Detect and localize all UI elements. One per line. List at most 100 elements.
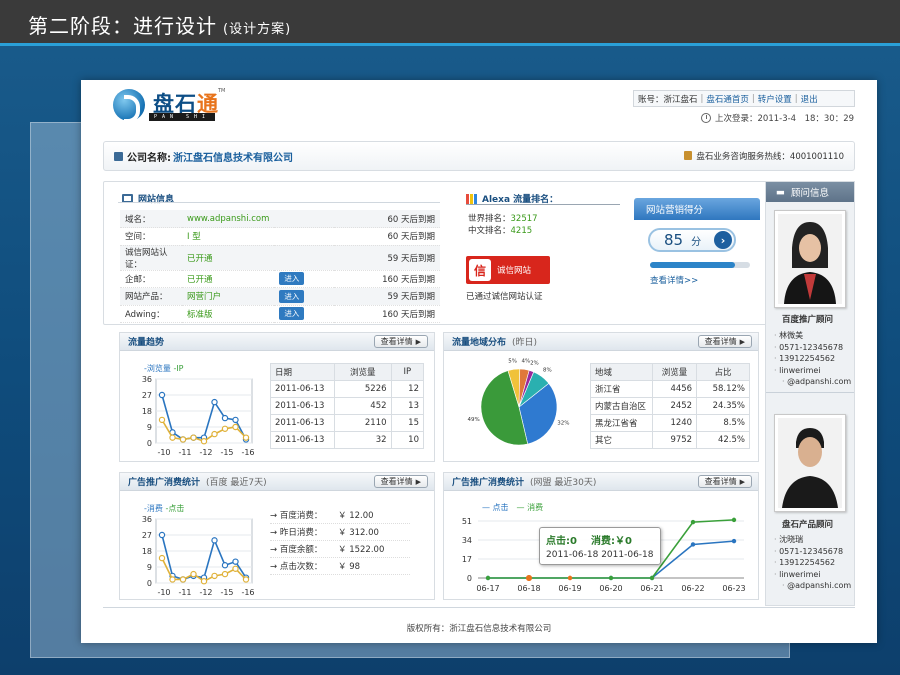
site-info-expire: 160 天后到期 <box>334 270 440 288</box>
ad-stat-row: → 百度消费： ￥ 12.00 <box>270 507 410 524</box>
enter-button[interactable]: 进入 <box>279 307 305 321</box>
site-info-row: Adwing： 标准版 进入 160 天后到期 <box>120 305 440 323</box>
x-tick-label: 06-20 <box>599 584 622 593</box>
pie-label: 8% <box>543 368 552 374</box>
last-login-text: 上次登录：2011-3-4 18：30：29 <box>715 114 855 124</box>
x-tick-label: -15 <box>220 448 233 457</box>
site-info-row: 网站产品： 网营门户 进入 59 天后到期 <box>120 287 440 306</box>
alexa-ranks: 世界排名：32517 中文排名：4215 <box>468 213 538 237</box>
data-point <box>200 438 208 445</box>
consultant-info-2: 沈晓瑞 0571-12345678 13912254562 linwerimei… <box>774 534 851 592</box>
data-point <box>179 576 187 583</box>
y-tick-label: 9 <box>147 563 152 572</box>
traffic-trend-header: 流量趋势 查看详情 ▶ <box>120 333 434 351</box>
arrow-right-icon: ▶ <box>739 337 745 346</box>
consultant-panel: ▬ 顾问信息 百度推广顾问 林微美 0571-12345678 139122545… <box>765 181 855 606</box>
trust-badge[interactable]: 信 诚信网站 <box>466 256 550 284</box>
arrow-right-icon: ▶ <box>415 337 421 346</box>
site-info-key: 企邮： <box>120 270 182 288</box>
consultant-header: ▬ 顾问信息 <box>766 182 854 202</box>
ad-stat-value: ￥ 1522.00 <box>338 545 385 555</box>
traffic-geo-more-button[interactable]: 查看详情 ▶ <box>697 335 752 348</box>
trust-badge-icon: 信 <box>469 259 491 281</box>
data-point <box>232 565 239 572</box>
slide-header: 第二阶段：进行设计 (设计方案) <box>0 0 900 46</box>
last-login: 上次登录：2011-3-4 18：30：29 <box>701 112 854 124</box>
table-cell: 2110 <box>334 414 392 432</box>
site-info-action: 进入 <box>274 287 335 306</box>
nav-logout-link[interactable]: 退出 <box>801 93 818 105</box>
site-info-action: 进入 <box>274 305 335 323</box>
consultant-info-1: 林微美 0571-12345678 13912254562 linwerimei… <box>774 330 851 388</box>
company-name: 浙江盘石信息技术有限公司 <box>173 152 293 164</box>
chart-tooltip: 点击:0 消费:￥0 2011-06-18 2011-06-18 <box>539 527 661 565</box>
table-header-row: 日期 浏览量 IP <box>270 363 425 381</box>
footer-copyright: 版权所有：浙江盘石信息技术有限公司 <box>406 624 552 634</box>
nav-transfer-link[interactable]: 转户设置 <box>758 93 792 105</box>
alexa-cn-label: 中文排名： <box>468 226 511 236</box>
consultant-2-phone: 0571-12345678 <box>774 546 851 558</box>
enter-button[interactable]: 进入 <box>279 289 305 303</box>
slide-title-text: 第二阶段：进行设计 <box>28 14 217 38</box>
data-point <box>690 542 696 547</box>
bar-chart-icon <box>466 193 477 204</box>
x-tick-label: -12 <box>199 588 212 597</box>
score-progress-fill <box>650 262 735 268</box>
y-tick-label: 0 <box>147 579 152 588</box>
enter-button[interactable]: 进入 <box>279 272 305 286</box>
table-row: 2011-06-13 452 13 <box>270 397 425 415</box>
ad-wangmeng-more-button[interactable]: 查看详情 ▶ <box>697 475 752 488</box>
data-point <box>526 575 532 581</box>
traffic-trend-chart: 0 9 18 27 36 -10 -11 -12 -15 -16 <box>142 375 255 457</box>
x-tick-label: -10 <box>157 588 170 597</box>
table-row: 2011-06-13 2110 15 <box>270 414 425 432</box>
y-tick-label: 27 <box>142 391 152 400</box>
alexa-world-value: 32517 <box>510 214 538 224</box>
nav-home-link[interactable]: 盘石通首页 <box>706 93 749 105</box>
table-cell: 42.5% <box>696 431 750 449</box>
data-point <box>211 572 218 580</box>
table-cell: 4456 <box>651 380 698 398</box>
ad-baidu-stats: → 百度消费： ￥ 12.00 → 昨日消费： ￥ 312.00 → 百度余额： ￥ 15… <box>270 507 410 575</box>
hotline: 盘石业务咨询服务热线：4001001110 <box>684 150 844 162</box>
table-cell: 2011-06-13 <box>270 380 335 398</box>
x-tick-label: -11 <box>178 448 191 457</box>
consultant-1-email: linwerimei <box>774 365 851 377</box>
arrow-right-icon: ▶ <box>739 477 745 486</box>
site-info-title: 网站信息 <box>122 192 174 205</box>
traffic-trend-more-label: 查看详情 <box>380 337 413 346</box>
y-tick-label: 0 <box>467 574 472 583</box>
account-label: 账号：浙江盘石 <box>638 94 698 105</box>
data-point <box>242 576 250 583</box>
y-tick-label: 36 <box>142 515 152 524</box>
ad-baidu-title: 广告推广消费统计 <box>128 478 201 488</box>
score-arrow-icon[interactable]: › <box>714 231 732 249</box>
table-row: 内蒙古自治区 2452 24.35% <box>590 397 750 415</box>
data-point <box>731 517 737 523</box>
consultant-avatar-1 <box>778 214 842 304</box>
alexa-cn-value: 4215 <box>510 226 533 236</box>
data-point <box>690 519 696 525</box>
ad-baidu-more-button[interactable]: 查看详情 ▶ <box>373 475 428 488</box>
ad-stat-value: ￥ 312.00 <box>338 528 379 538</box>
tooltip-date-a: 2011-06-18 <box>546 550 599 560</box>
trust-verified-text: 已通过诚信网站认证 <box>466 292 543 302</box>
overview-panel: 网站信息 域名： www.adpanshi.com 60 天后到期 空间： I 型… <box>103 181 767 325</box>
logo-trademark: TM <box>218 88 226 94</box>
data-point <box>221 414 229 422</box>
data-point <box>179 436 187 443</box>
traffic-trend-more-button[interactable]: 查看详情 ▶ <box>373 335 428 348</box>
traffic-geo-header: 流量地域分布 (昨日) 查看详情 ▶ <box>444 333 758 351</box>
data-point <box>169 434 176 441</box>
consultant-title: 顾问信息 <box>790 188 829 199</box>
site-info-action <box>274 227 335 246</box>
site-info-key: 网站产品： <box>120 287 182 306</box>
table-row: 黑龙江省省 1240 8.5% <box>590 414 750 432</box>
user-icon <box>114 151 123 161</box>
data-point <box>158 391 166 399</box>
score-detail-link[interactable]: 查看详情>> <box>650 274 698 286</box>
ad-stat-label: → 点击次数： <box>270 562 323 572</box>
site-info-key: 域名： <box>120 210 182 228</box>
site-info-key: Adwing： <box>120 305 182 323</box>
table-header-cell: 日期 <box>270 363 335 381</box>
